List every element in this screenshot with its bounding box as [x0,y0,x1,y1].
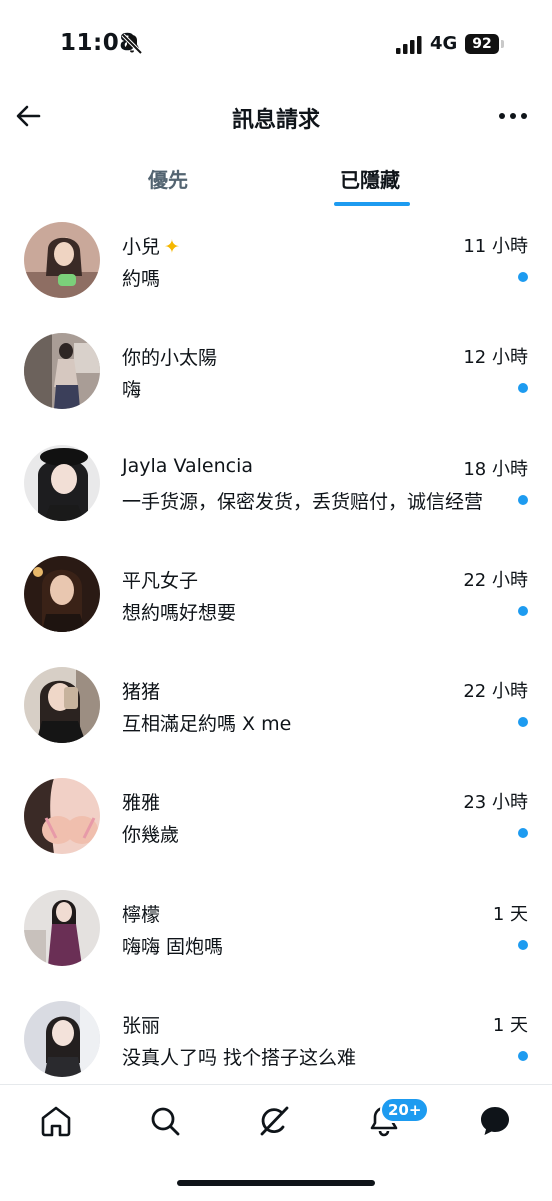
avatar[interactable] [24,555,100,632]
message-preview: 嗨嗨 固炮嗎 [122,935,224,958]
active-tab-indicator [334,202,410,206]
message-preview: 没真人了吗 找个搭子这么难 [122,1047,357,1070]
header: 訊息請求 [0,90,552,142]
unread-indicator [518,1051,528,1062]
message-row[interactable]: 你的小太陽 12 小時 嗨 [0,321,552,432]
message-preview: 你幾歲 [122,824,180,847]
grok-icon[interactable] [256,1103,292,1139]
sender-name: 猪猪 [122,681,161,704]
message-preview: 一手货源，保密发货，丢货赔付，诚信经营 [122,490,484,513]
search-icon[interactable] [147,1103,183,1139]
messages-icon[interactable] [477,1103,513,1139]
sender-name: Jayla Valencia [122,454,253,477]
avatar[interactable] [24,667,100,744]
message-row[interactable]: 雅雅 23 小時 你幾歲 [0,766,552,877]
message-row[interactable]: 猪猪 22 小時 互相滿足約嗎 X me [0,655,552,766]
message-preview: 想約嗎好想要 [122,601,237,624]
sender-name: 檸檬 [122,903,161,926]
avatar[interactable] [24,1001,100,1078]
home-icon[interactable] [38,1103,74,1139]
avatar[interactable] [24,778,100,855]
unread-indicator [518,605,528,616]
notification-badge: 20+ [380,1097,430,1123]
message-row[interactable]: 檸檬 1 天 嗨嗨 固炮嗎 [0,878,552,989]
message-row[interactable]: 平凡女子 22 小時 想約嗎好想要 [0,544,552,655]
avatar[interactable] [24,889,100,966]
status-bar: 11:08 4G 92 [0,0,552,90]
tab-bar: 優先 已隱藏 [0,150,552,208]
more-options-icon[interactable] [496,102,530,130]
network-type: 4G [430,33,458,54]
battery-cap [501,40,504,48]
message-row[interactable]: Jayla Valencia 18 小時 一手货源，保密发货，丢货赔付，诚信经营 [0,433,552,544]
sender-name: 雅雅 [122,792,161,815]
timestamp: 1 天 [492,903,528,925]
timestamp: 22 小時 [463,681,528,703]
unread-indicator [518,828,528,839]
avatar[interactable] [24,333,100,410]
signal-icon [396,36,422,54]
tab-priority[interactable]: 優先 [148,164,188,193]
unread-indicator [518,494,528,505]
timestamp: 18 小時 [463,458,528,480]
unread-indicator [518,383,528,394]
battery-level: 92 [472,36,492,52]
avatar[interactable] [24,444,100,521]
message-request-list: 小兒 ✦ 11 小時 約嗎 你的小太陽 12 小時 嗨 Jayla Valenc… [0,210,552,1100]
avatar[interactable] [24,222,100,298]
message-preview: 互相滿足約嗎 X me [122,713,292,736]
message-preview: 約嗎 [122,268,161,290]
bell-off-icon [121,33,143,55]
sender-name: 你的小太陽 [122,347,218,370]
sender-name: 平凡女子 [122,569,199,592]
message-preview: 嗨 [122,379,142,402]
home-indicator [177,1180,375,1186]
timestamp: 1 天 [492,1015,528,1037]
battery-icon: 92 [465,34,499,54]
timestamp: 22 小時 [463,569,528,591]
sender-name: 小兒 ✦ [122,236,180,258]
unread-indicator [518,717,528,728]
timestamp: 12 小時 [463,347,528,369]
sender-name: 张丽 [122,1015,161,1038]
page-title: 訊息請求 [231,108,320,133]
timestamp: 11 小時 [463,236,528,257]
unread-indicator [518,272,528,282]
tab-hidden[interactable]: 已隱藏 [340,164,400,193]
dizzy-star-icon: ✦ [164,236,180,258]
message-row[interactable]: 小兒 ✦ 11 小時 約嗎 [0,210,552,321]
timestamp: 23 小時 [463,792,528,814]
unread-indicator [518,939,528,950]
